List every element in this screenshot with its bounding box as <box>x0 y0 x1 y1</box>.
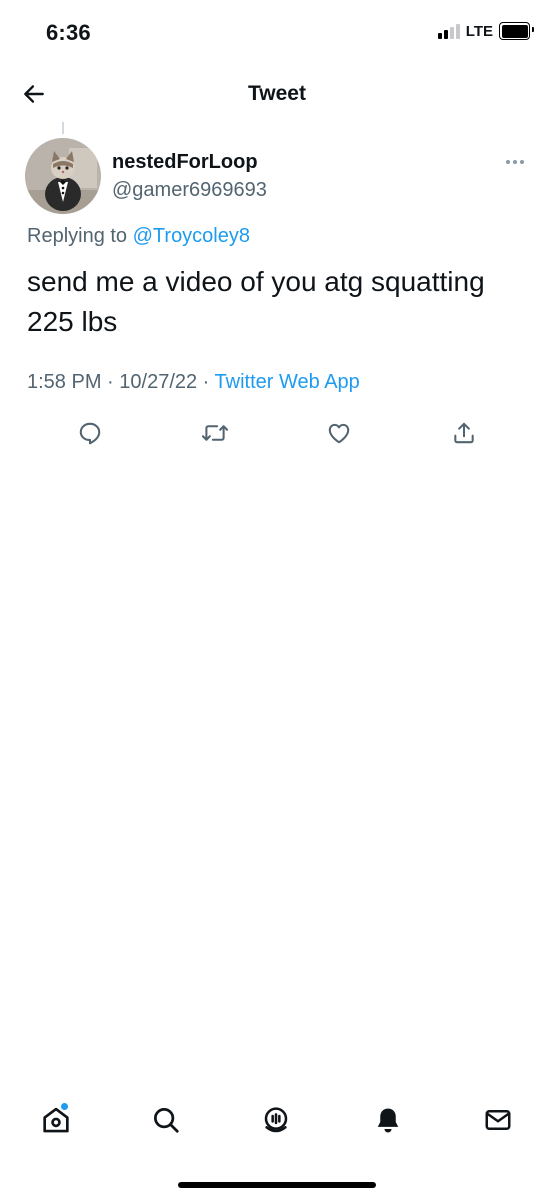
status-bar: 6:36 LTE <box>0 0 554 66</box>
tweet-source-link[interactable]: Twitter Web App <box>215 371 360 393</box>
status-indicators: LTE <box>437 22 534 40</box>
tab-messages[interactable] <box>480 1102 516 1138</box>
tweet-actions <box>0 412 554 452</box>
heart-icon <box>328 423 350 444</box>
search-icon <box>154 1108 179 1133</box>
thread-connector-line <box>62 122 64 134</box>
home-icon <box>43 1107 69 1133</box>
meta-separator: · <box>101 371 120 393</box>
bell-icon <box>377 1108 399 1133</box>
avatar[interactable] <box>25 138 101 214</box>
like-button[interactable] <box>324 418 354 448</box>
tweet-date: 10/27/22 <box>119 371 198 393</box>
replying-to-mention-link[interactable]: @Troycoley8 <box>133 225 250 247</box>
mail-icon <box>485 1110 511 1130</box>
spaces-icon <box>264 1107 288 1133</box>
display-name[interactable]: nestedForLoop <box>112 151 258 174</box>
status-time: 6:36 <box>46 20 91 45</box>
page-title: Tweet <box>248 82 306 105</box>
signal-icon <box>437 23 460 39</box>
tab-search[interactable] <box>148 1102 184 1138</box>
tab-notifications[interactable] <box>370 1102 406 1138</box>
battery-icon <box>499 22 534 40</box>
replying-to-prefix: Replying to <box>27 225 128 247</box>
reply-icon <box>79 422 101 445</box>
tab-home[interactable] <box>38 1102 74 1138</box>
reply-button[interactable] <box>75 418 105 448</box>
bottom-tab-bar <box>0 1094 554 1150</box>
tweet-meta: 1:58 PM · 10/27/22 · Twitter Web App <box>27 371 360 394</box>
tab-spaces[interactable] <box>258 1102 294 1138</box>
home-notification-dot <box>61 1103 68 1110</box>
top-nav: Tweet <box>0 66 554 122</box>
avatar-cat-image <box>25 138 101 214</box>
retweet-icon <box>201 425 229 441</box>
network-type: LTE <box>465 22 493 40</box>
share-icon <box>454 422 474 444</box>
replying-to-line: Replying to @Troycoley8 <box>27 225 250 248</box>
meta-separator: · <box>197 371 215 393</box>
share-button[interactable] <box>449 418 479 448</box>
more-horizontal-icon <box>506 160 510 164</box>
user-handle[interactable]: @gamer6969693 <box>112 179 267 202</box>
home-indicator[interactable] <box>178 1182 376 1188</box>
more-options-button[interactable] <box>500 152 530 172</box>
tweet-text: send me a video of you atg squatting 225… <box>27 266 485 337</box>
retweet-button[interactable] <box>200 418 230 448</box>
tweet-time: 1:58 PM <box>27 371 102 393</box>
